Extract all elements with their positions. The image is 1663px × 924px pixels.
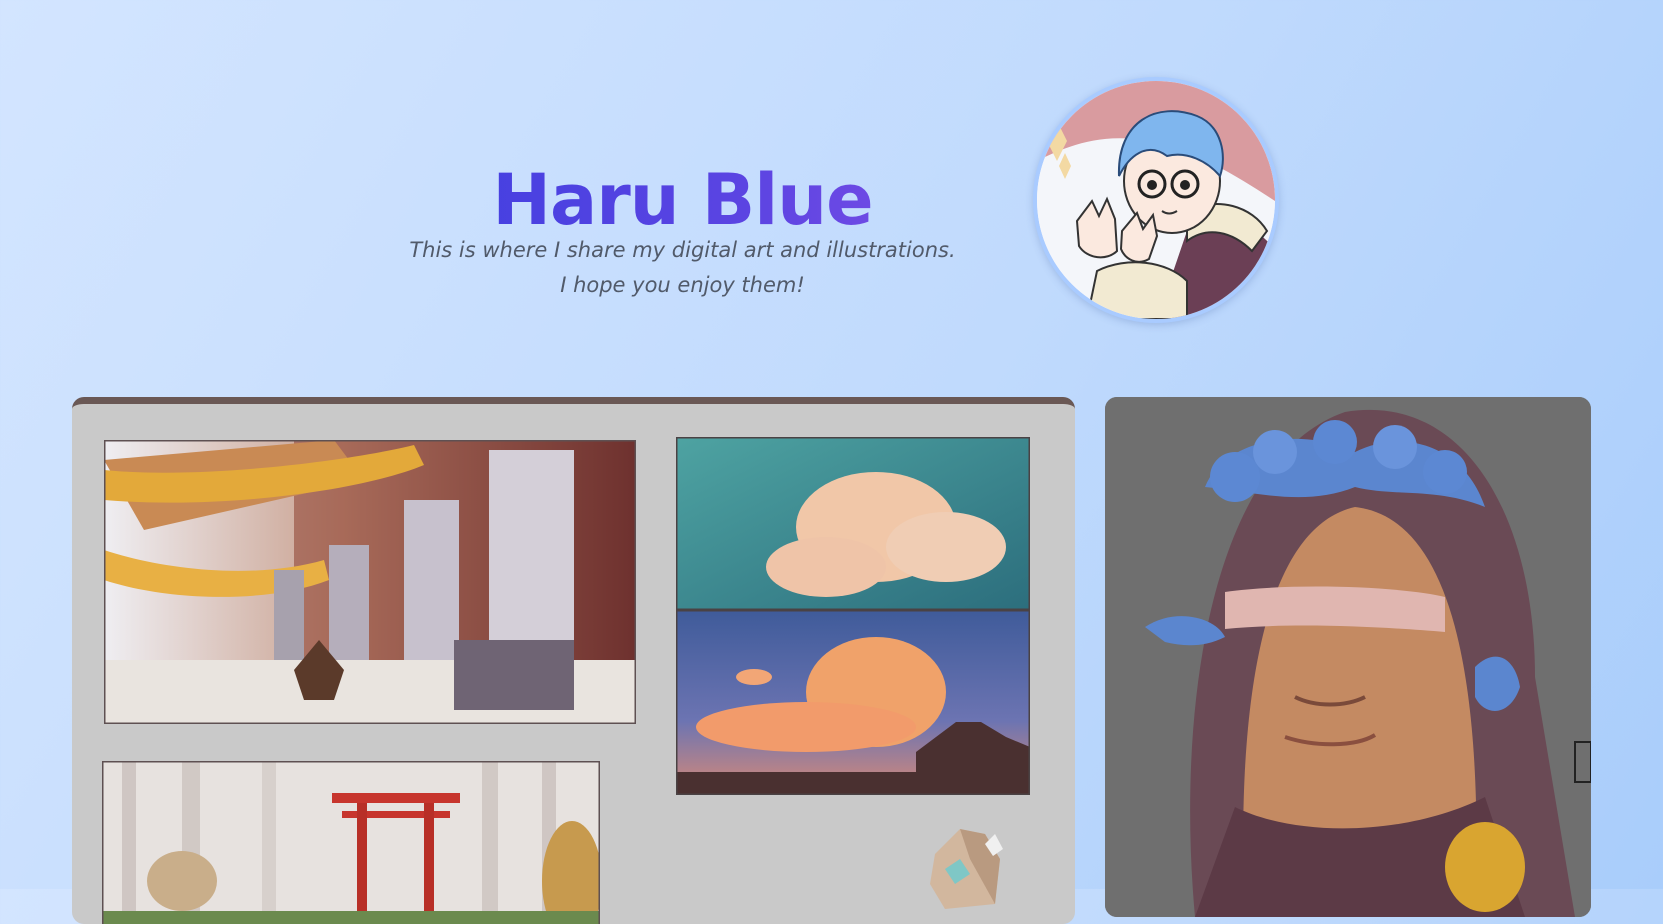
profile-header: Haru Blue This is where I share my digit… [0,0,1663,360]
avatar[interactable] [1033,77,1279,323]
tagline-line-2: I hope you enjoy them! [560,273,805,297]
artwork-sky-studies[interactable] [676,437,1030,795]
artwork-temple-guardians[interactable] [104,440,636,724]
tagline-line-1: This is where I share my digital art and… [409,238,956,262]
avatar-portrait-icon [1037,81,1275,319]
gallery-side-panel [1105,397,1591,917]
artwork-hooded-medusa[interactable] [1105,397,1591,917]
page-tagline: This is where I share my digital art and… [380,233,985,303]
gallery-featured-panel [72,397,1075,924]
page-title: Haru Blue [380,155,985,245]
artwork-torii-gate-forest[interactable] [102,761,600,924]
artwork-crystal-rock[interactable] [915,814,1015,924]
